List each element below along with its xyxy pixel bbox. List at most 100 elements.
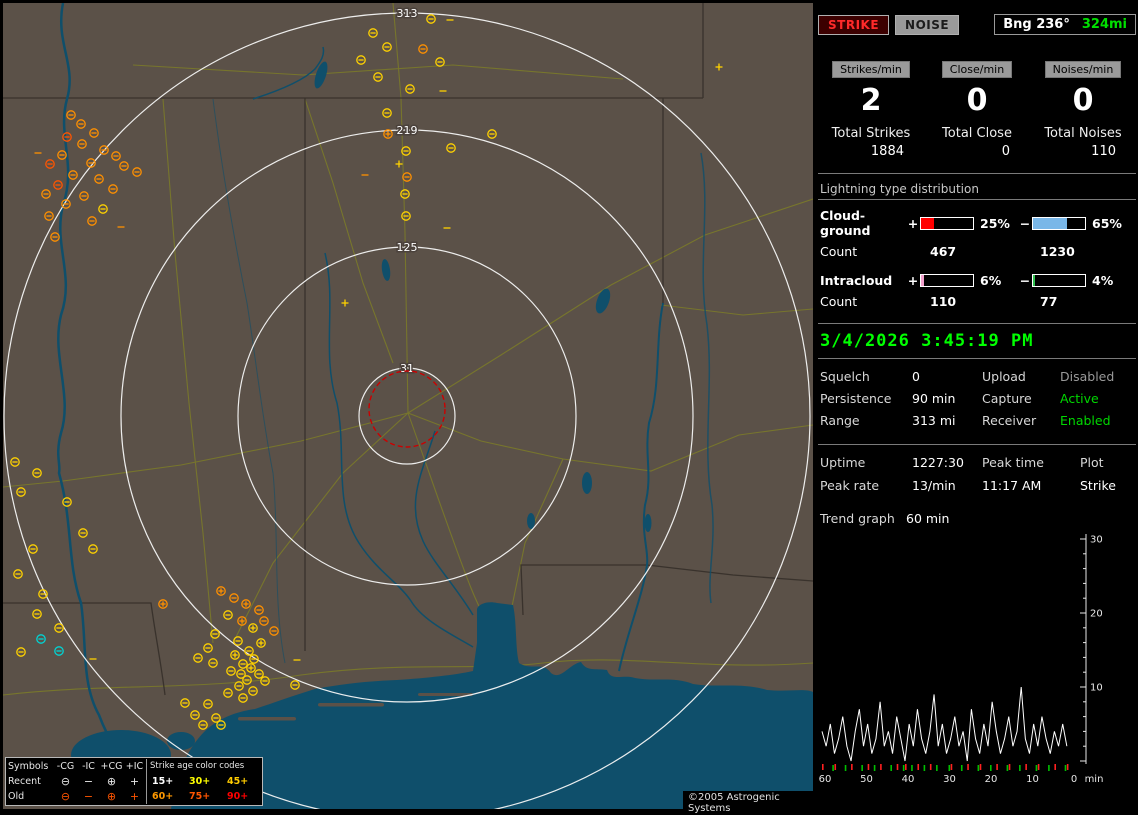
x-tick-label: 50 xyxy=(860,774,873,785)
noise-mark xyxy=(911,765,913,771)
noise-mark xyxy=(936,765,938,771)
strike-button[interactable]: STRIKE xyxy=(818,14,890,35)
x-tick-label: 0 xyxy=(1071,774,1077,785)
close-mark xyxy=(822,764,824,770)
status-cell: Plot xyxy=(1080,455,1104,470)
x-axis-unit: min xyxy=(1085,774,1104,785)
positive-bar xyxy=(920,274,974,287)
total-value: 0 xyxy=(1001,144,1010,159)
close-mark xyxy=(896,764,899,770)
noise-mark xyxy=(1019,765,1021,771)
noise-mark xyxy=(977,765,980,771)
legend-col-header: +CG xyxy=(100,761,123,772)
negative-percent: 65% xyxy=(1092,215,1122,231)
legend-col-header: +IC xyxy=(125,761,144,772)
total-label: Total Close xyxy=(942,126,1012,141)
legend-age-header: Strike age color codes xyxy=(146,759,260,774)
map-legend: Symbols -CG -IC +CG +IC Strike age color code… xyxy=(5,757,263,806)
x-tick-label: 10 xyxy=(1026,774,1039,785)
setting-cell: Active xyxy=(1060,391,1099,406)
status-panel: STRIKE NOISE Bng 236° 324mi Strikes/min 2… xyxy=(818,0,1136,812)
close-mark xyxy=(834,764,837,770)
divider xyxy=(818,199,1136,200)
bearing-distance: 324mi xyxy=(1081,17,1127,32)
lightning-map[interactable]: 313 219 125 31 xyxy=(3,3,813,809)
setting-cell: Squelch xyxy=(820,369,870,384)
legend-symbol: ⊕ xyxy=(106,790,117,803)
legend-row-label: Old xyxy=(8,791,25,802)
legend-symbol: − xyxy=(83,775,94,788)
positive-count: 110 xyxy=(930,294,957,309)
noise-mark xyxy=(960,765,963,771)
status-cell: Peak rate xyxy=(820,478,880,493)
legend-age-code: 30+ xyxy=(189,776,211,787)
close-mark xyxy=(1037,764,1040,770)
x-tick-label: 20 xyxy=(985,774,998,785)
setting-cell: Receiver xyxy=(982,413,1037,428)
trend-line xyxy=(821,686,1068,762)
negative-percent: 4% xyxy=(1092,273,1114,288)
rate-column: Close/min 0 Total Close 0 xyxy=(924,61,1030,159)
minus-sign: − xyxy=(1019,273,1031,288)
noise-mark xyxy=(1035,765,1038,771)
setting-cell: 0 xyxy=(912,369,920,384)
negative-bar xyxy=(1032,274,1086,287)
legend-symbol: − xyxy=(83,790,94,803)
status-cell: Uptime xyxy=(820,455,866,470)
negative-bar xyxy=(1032,216,1086,230)
legend-col-header: -IC xyxy=(82,761,95,772)
range-ring-label: 313 xyxy=(397,7,418,20)
distribution-rows: Cloud-ground +25% −65% Count 467 1230 Intraclo… xyxy=(818,208,1136,309)
setting-cell: Capture xyxy=(982,391,1032,406)
trend-graph-label: Trend graph xyxy=(820,511,895,526)
distribution-count-row: Count 467 1230 xyxy=(820,244,1136,259)
count-label: Count xyxy=(820,244,858,259)
positive-percent: 6% xyxy=(980,273,1002,288)
range-ring-label: 125 xyxy=(397,241,418,254)
legend-age-code: 15+ xyxy=(146,774,184,789)
trend-window: 60 min xyxy=(906,511,950,526)
noise-mark xyxy=(832,765,834,771)
close-mark xyxy=(979,764,982,770)
close-mark xyxy=(851,764,853,770)
total-label: Total Strikes xyxy=(831,126,911,141)
legend-row-label: Recent xyxy=(8,776,41,787)
clock: 3/4/2026 3:45:19 PM xyxy=(820,331,1034,351)
status-cell: 11:17 AM xyxy=(982,478,1042,493)
close-mark xyxy=(967,764,969,770)
close-mark xyxy=(1008,764,1011,770)
close-mark xyxy=(917,764,920,770)
rate-chip: Strikes/min xyxy=(832,61,910,78)
negative-count: 77 xyxy=(1040,294,1058,309)
settings-grid: Squelch 0 Upload Disabled Persistence 90 min C… xyxy=(818,359,1136,430)
range-ring-label: 31 xyxy=(400,362,414,375)
clock-box: 3/4/2026 3:45:19 PM xyxy=(818,323,1136,359)
status-cell: 13/min xyxy=(912,478,956,493)
distribution-name: Intracloud xyxy=(820,273,893,288)
noise-mark xyxy=(873,765,876,771)
negative-count: 1230 xyxy=(1040,244,1075,259)
setting-cell: 313 mi xyxy=(912,413,956,428)
setting-cell: 90 min xyxy=(912,391,956,406)
minus-sign: − xyxy=(1019,215,1031,231)
status-cell: Strike xyxy=(1080,478,1116,493)
plus-sign: + xyxy=(907,215,919,231)
rate-value: 2 xyxy=(860,83,882,118)
status-cell: Peak time xyxy=(982,455,1044,470)
legend-col-header: -CG xyxy=(56,761,75,772)
legend-age-code: 90+ xyxy=(227,791,249,802)
y-tick-label: 30 xyxy=(1090,535,1103,546)
noise-button[interactable]: NOISE xyxy=(895,14,960,35)
rate-chip: Close/min xyxy=(941,61,1013,78)
close-mark xyxy=(996,764,998,770)
noise-mark xyxy=(861,765,863,771)
plus-sign: + xyxy=(907,273,919,288)
distribution-title: Lightning type distribution xyxy=(820,182,979,196)
distribution-row: Intracloud +6% − 4% xyxy=(820,273,1136,288)
setting-cell: Range xyxy=(820,413,860,428)
rate-value: 0 xyxy=(1072,83,1094,118)
setting-cell: Disabled xyxy=(1060,369,1115,384)
close-mark xyxy=(867,764,870,770)
map-area[interactable]: 313 219 125 31 Symbols -CG -IC +CG +IC Strike ag… xyxy=(3,3,813,815)
close-mark xyxy=(1025,764,1027,770)
